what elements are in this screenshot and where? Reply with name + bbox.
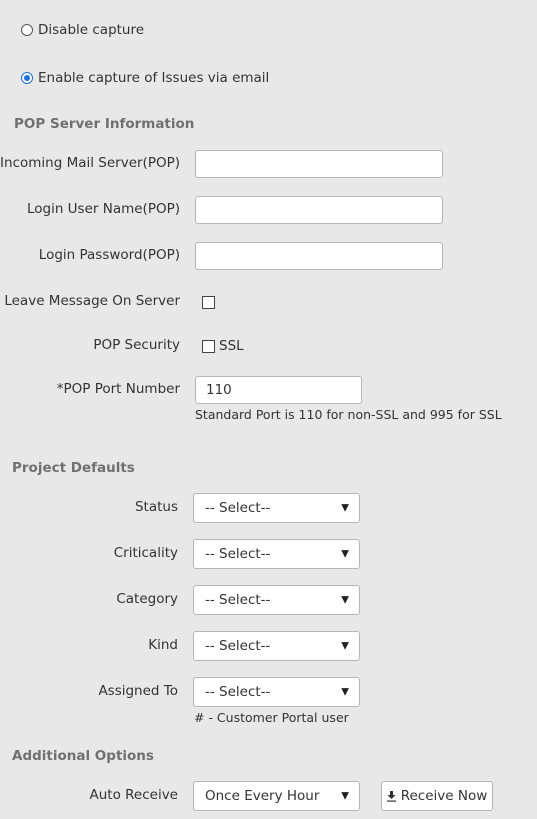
login-user-name-label: Login User Name(POP): [26, 201, 180, 217]
chevron-down-icon: ▼: [341, 686, 349, 698]
kind-select-value: -- Select--: [205, 638, 271, 654]
disable-capture-radio[interactable]: [21, 24, 33, 36]
chevron-down-icon: ▼: [341, 640, 349, 652]
kind-label: Kind: [148, 637, 178, 653]
kind-select[interactable]: -- Select-- ▼: [193, 631, 360, 661]
login-password-label: Login Password(POP): [38, 247, 180, 263]
incoming-mail-server-input[interactable]: [195, 150, 443, 178]
port-number-hint: Standard Port is 110 for non-SSL and 995…: [195, 407, 502, 422]
disable-capture-option[interactable]: Disable capture: [21, 21, 144, 39]
pop-port-number-label: *POP Port Number: [56, 381, 180, 397]
disable-capture-label: Disable capture: [38, 22, 145, 38]
chevron-down-icon: ▼: [341, 502, 349, 514]
login-user-name-input[interactable]: [195, 196, 443, 224]
ssl-checkbox[interactable]: [202, 340, 215, 353]
enable-capture-label: Enable capture of Issues via email: [38, 70, 270, 86]
chevron-down-icon: ▼: [341, 790, 349, 802]
leave-message-checkbox[interactable]: [202, 296, 215, 309]
chevron-down-icon: ▼: [341, 548, 349, 560]
pop-port-number-input[interactable]: [195, 376, 362, 404]
customer-portal-hint: # - Customer Portal user: [194, 710, 349, 725]
criticality-label: Criticality: [113, 545, 178, 561]
receive-now-label: Receive Now: [400, 788, 488, 804]
enable-capture-option[interactable]: Enable capture of Issues via email: [21, 69, 269, 87]
incoming-mail-server-label: Incoming Mail Server(POP): [0, 155, 180, 171]
criticality-select-value: -- Select--: [205, 546, 271, 562]
pop-server-section-title: POP Server Information: [14, 116, 195, 132]
auto-receive-select-value: Once Every Hour: [205, 788, 320, 804]
status-label: Status: [134, 499, 178, 515]
assigned-to-select[interactable]: -- Select-- ▼: [193, 677, 360, 707]
category-select[interactable]: -- Select-- ▼: [193, 585, 360, 615]
status-select[interactable]: -- Select-- ▼: [193, 493, 360, 523]
login-password-input[interactable]: [195, 242, 443, 270]
leave-message-label: Leave Message On Server: [4, 293, 180, 309]
ssl-label: SSL: [219, 338, 244, 354]
enable-capture-radio[interactable]: [21, 72, 33, 84]
criticality-select[interactable]: -- Select-- ▼: [193, 539, 360, 569]
assigned-to-label: Assigned To: [98, 683, 178, 699]
pop-security-label: POP Security: [93, 337, 180, 353]
auto-receive-select[interactable]: Once Every Hour ▼: [193, 781, 360, 811]
download-icon: [386, 790, 396, 802]
status-select-value: -- Select--: [205, 500, 271, 516]
chevron-down-icon: ▼: [341, 594, 349, 606]
assigned-to-select-value: -- Select--: [205, 684, 271, 700]
additional-options-section-title: Additional Options: [12, 748, 154, 764]
project-defaults-section-title: Project Defaults: [12, 460, 135, 476]
category-select-value: -- Select--: [205, 592, 271, 608]
auto-receive-label: Auto Receive: [89, 787, 179, 803]
receive-now-button[interactable]: Receive Now: [381, 781, 493, 811]
category-label: Category: [116, 591, 178, 607]
